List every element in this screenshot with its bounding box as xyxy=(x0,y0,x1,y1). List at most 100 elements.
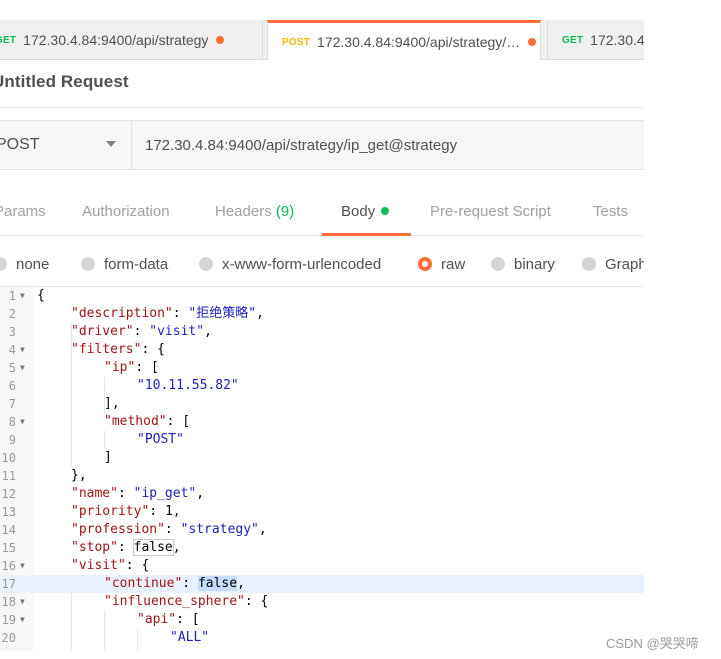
fold-arrow-icon[interactable]: ▼ xyxy=(20,557,25,575)
code-line: 16 ▼ "visit": { xyxy=(0,557,644,575)
tab-method-badge: GET xyxy=(0,34,17,46)
tab-tests[interactable]: Tests xyxy=(593,188,628,236)
radio-icon xyxy=(0,257,7,271)
radio-graphql[interactable]: GraphQL xyxy=(582,250,644,278)
request-title-text: Untitled Request xyxy=(0,72,129,91)
code-text: "POST" xyxy=(137,431,184,449)
code-text: "influence_sphere": { xyxy=(104,594,269,609)
line-number: 4 xyxy=(8,343,16,357)
fold-arrow-icon[interactable]: ▼ xyxy=(20,359,25,377)
method-select[interactable]: POST xyxy=(0,121,132,169)
code-text: "name": "ip_get", xyxy=(71,486,205,501)
url-input[interactable] xyxy=(132,121,644,169)
radio-binary[interactable]: binary xyxy=(491,250,555,278)
code-text: "continue": false, xyxy=(104,576,245,591)
json-key: "priority" xyxy=(71,504,150,519)
radio-label: none xyxy=(16,255,50,273)
code-line: 13 "priority": 1, xyxy=(0,503,644,521)
json-string: "ip_get" xyxy=(133,486,197,501)
code-line: 18 ▼ "influence_sphere": { xyxy=(0,593,644,611)
radio-selected-icon xyxy=(418,257,432,271)
unsaved-dot-icon xyxy=(216,36,225,44)
fold-arrow-icon[interactable]: ▼ xyxy=(20,413,25,431)
tab-label: 172.30.4 xyxy=(590,32,644,48)
tab-body[interactable]: Body xyxy=(322,188,411,236)
tab-prerequest-script[interactable]: Pre-request Script xyxy=(430,188,551,236)
request-title[interactable]: Untitled Request xyxy=(0,72,129,92)
line-number: 15 xyxy=(1,541,16,555)
request-tab-active[interactable]: POST 172.30.4.84:9400/api/strategy/… xyxy=(267,20,541,61)
code-text: "ALL" xyxy=(170,629,209,647)
json-key: "method" xyxy=(104,414,167,429)
radio-icon xyxy=(199,257,213,271)
unsaved-dot-icon xyxy=(528,38,537,46)
json-key: "name" xyxy=(71,486,118,501)
code-editor[interactable]: 1 ▼ { 2 "description": "拒绝策略", 3 "driver": "… xyxy=(0,286,644,651)
line-number: 6 xyxy=(8,379,16,393)
code-text: "10.11.55.82" xyxy=(137,377,239,395)
line-number: 13 xyxy=(1,505,16,519)
fold-arrow-icon[interactable]: ▼ xyxy=(20,611,25,629)
json-boolean: false xyxy=(132,539,174,556)
line-number: 3 xyxy=(8,325,16,339)
json-key: "description" xyxy=(71,306,173,321)
json-string: "POST" xyxy=(137,432,184,447)
request-tab-strip: GET 172.30.4.84:9400/api/strategy POST 1… xyxy=(0,20,644,61)
code-text: "api": [ xyxy=(137,612,200,627)
tab-method-badge: GET xyxy=(562,34,584,46)
radio-label: x-www-form-urlencoded xyxy=(222,255,382,273)
watermark: CSDN @哭哭啼 xyxy=(606,636,699,651)
code-text: ] xyxy=(104,450,112,465)
tab-method-badge: POST xyxy=(282,36,311,48)
fold-arrow-icon[interactable]: ▼ xyxy=(20,341,25,359)
code-text: "ip": [ xyxy=(104,360,159,375)
tab-label: 172.30.4.84:9400/api/strategy xyxy=(23,32,209,48)
json-number: 1 xyxy=(164,504,173,519)
line-number: 14 xyxy=(1,523,16,537)
code-line: 12 "name": "ip_get", xyxy=(0,485,644,503)
url-bar: POST xyxy=(0,120,644,170)
request-tab[interactable]: GET 172.30.4 xyxy=(547,20,644,60)
json-string: "ALL" xyxy=(170,630,210,645)
line-number: 7 xyxy=(8,397,16,411)
fold-arrow-icon[interactable]: ▼ xyxy=(20,593,25,611)
tab-authorization[interactable]: Authorization xyxy=(82,188,170,236)
code-line: 19 ▼ "api": [ xyxy=(0,611,644,629)
code-text: "stop": false, xyxy=(71,539,181,556)
line-number: 1 xyxy=(8,289,16,303)
headers-count: (9) xyxy=(275,203,295,220)
json-key: "driver" xyxy=(71,324,134,339)
json-key: "profession" xyxy=(71,522,165,537)
tab-params[interactable]: Params xyxy=(0,188,46,236)
json-string: "strategy" xyxy=(180,522,259,537)
body-type-selector: none form-data x-www-form-urlencoded raw… xyxy=(0,250,644,278)
radio-label: binary xyxy=(514,255,555,273)
code-text: "profession": "strategy", xyxy=(71,522,267,537)
radio-none[interactable]: none xyxy=(0,250,49,278)
json-key: "api" xyxy=(137,612,177,627)
postman-window: GET 172.30.4.84:9400/api/strategy POST 1… xyxy=(0,0,644,651)
json-string: "10.11.55.82" xyxy=(137,378,239,393)
radio-label: raw xyxy=(441,255,466,273)
code-line: 8 ▼ "method": [ xyxy=(0,413,644,431)
line-number: 16 xyxy=(1,559,16,573)
fold-arrow-icon[interactable]: ▼ xyxy=(20,287,25,305)
tab-headers[interactable]: Headers (9) xyxy=(215,188,294,236)
radio-raw[interactable]: raw xyxy=(418,250,465,278)
tab-body-label: Body xyxy=(341,203,376,220)
code-line: 1 ▼ { xyxy=(0,287,644,305)
json-key: "continue" xyxy=(104,576,183,591)
code-text: { xyxy=(37,288,45,303)
json-boolean-selected: false xyxy=(197,576,238,591)
code-line: 10] xyxy=(0,449,644,467)
code-line: 2 "description": "拒绝策略", xyxy=(0,305,644,323)
radio-form-data[interactable]: form-data xyxy=(81,250,168,278)
code-line: 6 "10.11.55.82" xyxy=(0,377,644,395)
line-number: 8 xyxy=(8,415,16,429)
code-line: 14 "profession": "strategy", xyxy=(0,521,644,539)
request-tab[interactable]: GET 172.30.4.84:9400/api/strategy xyxy=(0,20,263,60)
divider xyxy=(0,107,644,108)
code-line: 15 "stop": false, xyxy=(0,539,644,557)
code-text: "description": "拒绝策略", xyxy=(71,306,264,321)
radio-urlencoded[interactable]: x-www-form-urlencoded xyxy=(199,250,381,278)
